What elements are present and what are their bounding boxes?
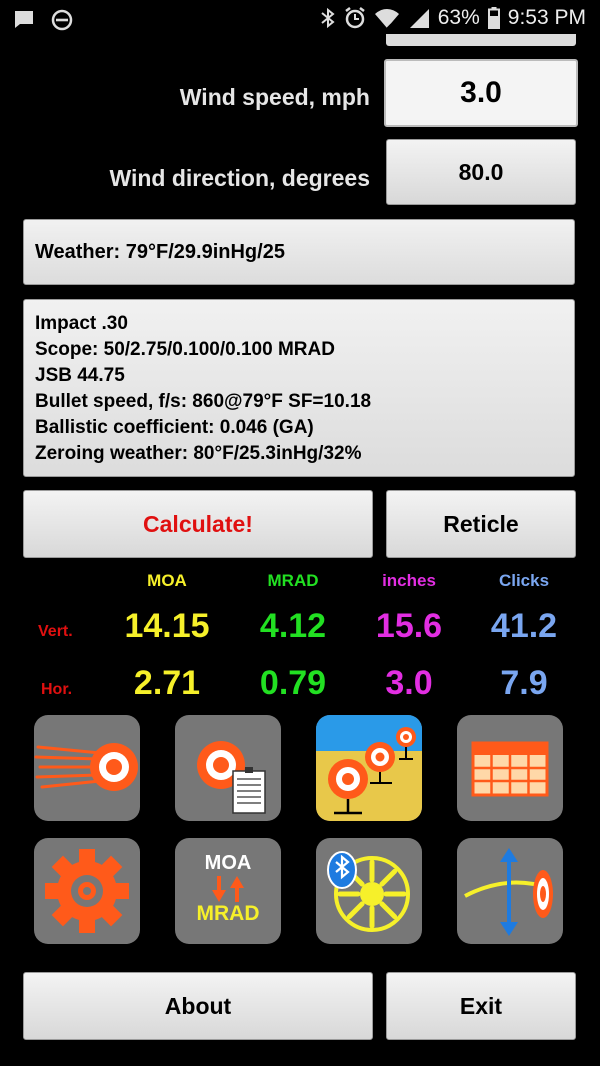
trajectory-arrows-icon [464, 848, 553, 936]
reticle-button[interactable]: Reticle [386, 490, 576, 558]
scrolled-field-edge [386, 34, 576, 46]
wind-direction-input[interactable]: 80.0 [386, 139, 576, 205]
vert-mrad-value: 4.12 [259, 607, 327, 645]
trajectory-button[interactable] [34, 715, 140, 821]
battery-percent: 63% [437, 6, 480, 29]
info-line-gun: Impact .30 [35, 313, 128, 334]
table-grid-icon [471, 741, 549, 797]
table-button[interactable] [457, 715, 563, 821]
info-line-ballistic-coefficient: Ballistic coefficient: 0.046 (GA) [35, 417, 314, 438]
inches-header: inches [382, 571, 436, 590]
about-button[interactable]: About [23, 972, 373, 1040]
hor-label: Hor. [41, 681, 73, 698]
targets-range-button[interactable] [316, 715, 422, 821]
moa-text: MOA [204, 852, 252, 874]
info-line-scope: Scope: 50/2.75/0.100/0.100 MRAD [35, 339, 335, 360]
target-report-button[interactable] [175, 715, 281, 821]
speeding-target-icon [34, 743, 138, 791]
wind-speed-input[interactable]: 3.0 [384, 59, 578, 127]
mrad-header: MRAD [267, 571, 319, 590]
wifi-icon [374, 7, 400, 29]
battery-icon [487, 7, 500, 29]
moa-mrad-button[interactable]: MOA MRAD [175, 838, 281, 944]
alarm-icon [344, 6, 366, 30]
do-not-disturb-icon [50, 8, 74, 32]
vert-moa-value: 14.15 [124, 607, 210, 645]
setup-info-panel[interactable]: Impact .30 Scope: 50/2.75/0.100/0.100 MR… [23, 299, 575, 477]
hor-inches-value: 3.0 [385, 664, 433, 702]
wind-direction-label: Wind direction, degrees [109, 165, 370, 191]
weather-text: Weather: 79°F/29.9inHg/25 [35, 240, 285, 263]
vert-inches-value: 15.6 [375, 607, 443, 645]
calculate-button[interactable]: Calculate! [23, 490, 373, 558]
target-document-icon [197, 741, 266, 814]
vert-label: Vert. [38, 623, 73, 640]
info-line-bullet-speed: Bullet speed, f/s: 860@79°F SF=10.18 [35, 391, 372, 412]
weather-button[interactable]: Weather: 79°F/29.9inHg/25 [23, 219, 575, 285]
bluetooth-wind-meter-button[interactable] [316, 838, 422, 944]
hor-mrad-value: 0.79 [259, 664, 327, 702]
signal-icon [408, 7, 430, 29]
message-icon [12, 8, 36, 32]
info-line-zeroing-weather: Zeroing weather: 80°F/25.3inHg/32% [35, 443, 362, 464]
gear-icon [45, 849, 129, 933]
mrad-text: MRAD [196, 902, 260, 925]
hor-moa-value: 2.71 [133, 664, 201, 702]
zeroing-adjust-button[interactable] [457, 838, 563, 944]
moa-header: MOA [147, 571, 187, 590]
exit-button[interactable]: Exit [386, 972, 576, 1040]
bluetooth-anemometer-icon [327, 851, 410, 932]
wind-speed-label: Wind speed, mph [179, 84, 370, 110]
multiple-targets-icon [316, 715, 422, 821]
settings-button[interactable] [34, 838, 140, 944]
clicks-header: Clicks [498, 571, 550, 590]
swap-arrows-icon [212, 876, 244, 902]
vert-clicks-value: 41.2 [490, 607, 558, 645]
info-line-pellet: JSB 44.75 [35, 365, 125, 386]
clock-time: 9:53 PM [507, 6, 586, 29]
bluetooth-icon [320, 6, 336, 30]
hor-clicks-value: 7.9 [500, 664, 548, 702]
